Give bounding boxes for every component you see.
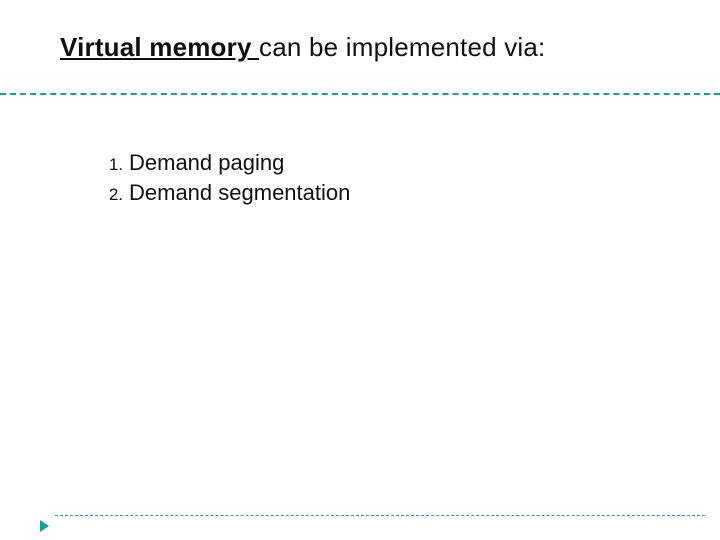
title-underlined-part: Virtual memory	[60, 32, 259, 62]
divider-bottom	[55, 515, 705, 516]
slide: Virtual memory can be implemented via: 1…	[0, 0, 720, 540]
list-number: 2.	[95, 185, 123, 205]
list-text: Demand paging	[129, 150, 284, 176]
title-rest-part: can be implemented via:	[259, 32, 545, 62]
list-item: 2. Demand segmentation	[95, 180, 670, 206]
list-text: Demand segmentation	[129, 180, 350, 206]
slide-body: 1. Demand paging 2. Demand segmentation	[95, 150, 670, 210]
list-item: 1. Demand paging	[95, 150, 670, 176]
list-number: 1.	[95, 155, 123, 175]
divider-top	[0, 93, 720, 95]
arrow-right-icon	[40, 520, 49, 532]
slide-title: Virtual memory can be implemented via:	[60, 32, 680, 63]
